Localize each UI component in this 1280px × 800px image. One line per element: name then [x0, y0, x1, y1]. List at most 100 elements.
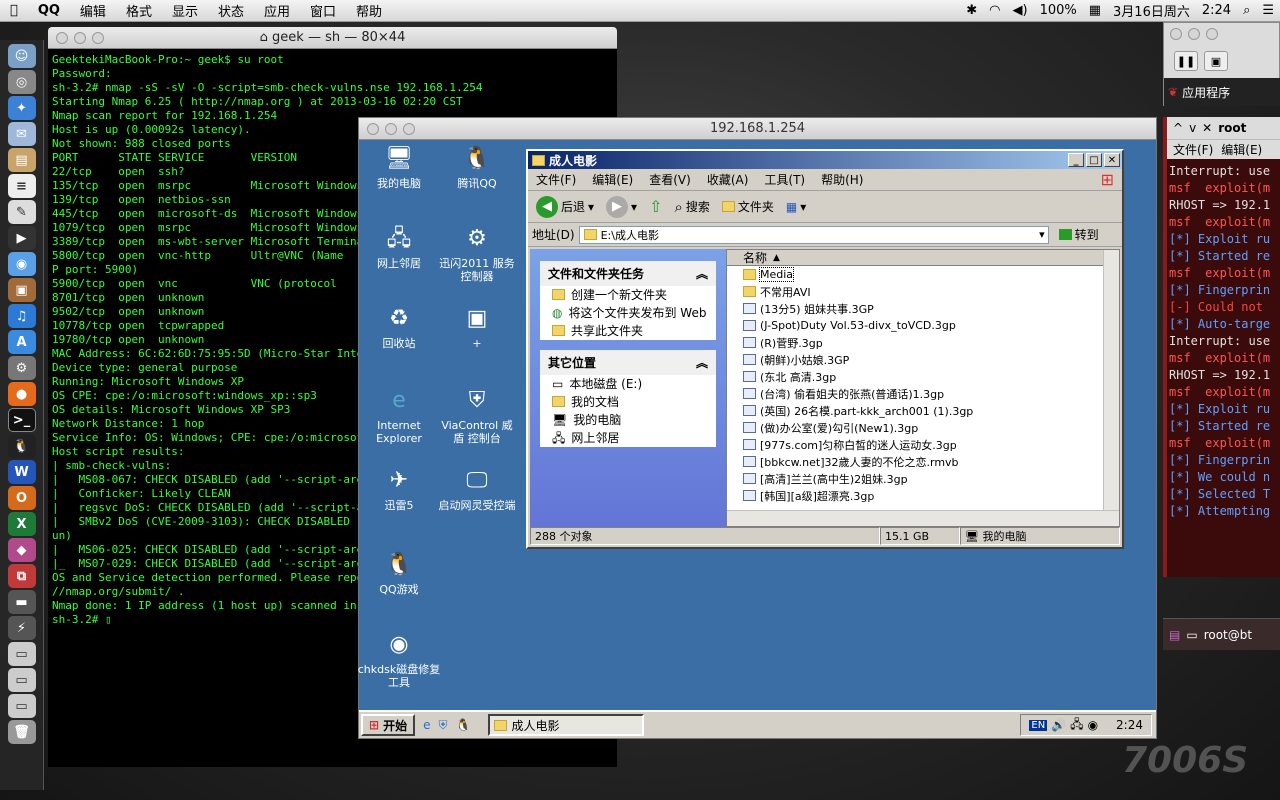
itunes-icon[interactable]: ♫ [7, 304, 36, 328]
spotlight-icon[interactable]: ⌕ [1237, 3, 1256, 18]
desktop-icon-netspirit[interactable]: 🖵 启动网灵受控端 [437, 464, 517, 512]
menubar-clock[interactable]: 2:24 [1196, 3, 1237, 18]
go-button[interactable]: 转到 [1053, 226, 1105, 243]
file-row[interactable]: [bbkcw.net]32歲人妻的不伦之恋.rmvb [727, 453, 1119, 470]
folders-button[interactable]: 文件夹 [718, 198, 778, 215]
collapse-icon[interactable]: ︽ [696, 265, 708, 282]
qq-icon[interactable]: 🐧 [7, 434, 36, 458]
taskbar-explorer-item[interactable]: 成人电影 [488, 714, 645, 736]
task-share-folder[interactable]: 共享此文件夹 [540, 322, 716, 340]
file-row[interactable]: (东北 高清.3gp [727, 368, 1119, 385]
volume-icon[interactable]: ◀) [1006, 3, 1033, 18]
other-places-header[interactable]: 其它位置 ︽ [540, 350, 716, 375]
flag-icon[interactable]: ▦ [1083, 3, 1107, 18]
horizontal-scrollbar[interactable] [727, 510, 1119, 526]
search-button[interactable]: ⌕ 搜索 [670, 198, 713, 216]
close-icon[interactable]: ✕ [1202, 121, 1212, 135]
maximize-button[interactable]: □ [1086, 153, 1102, 167]
file-row[interactable]: Media [727, 266, 1119, 283]
app-icon-1[interactable]: ◆ [7, 538, 36, 562]
place-my-documents[interactable]: 我的文档 [540, 393, 716, 411]
vertical-scrollbar[interactable] [1103, 250, 1119, 526]
menu-status[interactable]: 状态 [208, 1, 254, 20]
place-network[interactable]: 🖧 网上邻居 [540, 429, 716, 447]
close-button[interactable]: ✕ [1104, 153, 1120, 167]
desktop-icon-qq[interactable]: 🐧 腾讯QQ [437, 142, 517, 190]
menu-edit[interactable]: 编辑 [70, 1, 116, 20]
menu-view[interactable]: 查看(V) [641, 171, 699, 188]
bluetooth-icon[interactable]: ✱ [960, 3, 983, 18]
quicklaunch-qq-icon[interactable]: 🐧 [455, 718, 470, 732]
appstore-icon[interactable]: A [7, 330, 36, 354]
close-button[interactable] [367, 123, 379, 135]
document-icon-1[interactable]: ▭ [7, 642, 36, 666]
xp-clock[interactable]: 2:24 [1116, 718, 1143, 732]
finder-icon[interactable]: ☺ [7, 44, 36, 68]
menu-icon[interactable]: ▤ [1169, 628, 1180, 642]
volume-icon[interactable]: 🔊 [1051, 718, 1066, 732]
menu-edit[interactable]: 编辑(E) [584, 171, 641, 188]
column-header-name[interactable]: 名称 ▲ [727, 250, 1119, 266]
minimize-button[interactable] [1188, 28, 1200, 40]
zoom-button[interactable] [92, 32, 104, 44]
tray-app-icon[interactable]: ◉ [1088, 718, 1098, 732]
file-row[interactable]: 不常用AVI [727, 283, 1119, 300]
app-launcher-bar[interactable]: ❦ 应用程序 [1164, 78, 1280, 106]
quicklaunch-shield-icon[interactable]: ⛨ [438, 718, 447, 733]
quicklaunch-ie-icon[interactable]: e [423, 718, 430, 732]
app-menu-qq[interactable]: QQ [28, 3, 70, 18]
notes-icon[interactable]: ≡ [7, 174, 36, 198]
taskbar-terminal-item[interactable]: root@bt [1204, 628, 1252, 642]
file-row[interactable]: [977s.com]匀称白皙的迷人运动女.3gp [727, 436, 1119, 453]
excel-icon[interactable]: X [7, 512, 36, 536]
task-new-folder[interactable]: 创建一个新文件夹 [540, 286, 716, 304]
zoom-button[interactable] [1206, 28, 1218, 40]
address-dropdown-icon[interactable]: ▾ [1036, 228, 1048, 241]
file-tasks-header[interactable]: 文件和文件夹任务 ︽ [540, 261, 716, 286]
mail-icon[interactable]: ✉ [7, 122, 36, 146]
file-row[interactable]: (R)菅野.3gp [727, 334, 1119, 351]
start-button[interactable]: ⊞ 开始 [361, 714, 416, 736]
network-tray-icon[interactable]: 🖧 [1070, 715, 1083, 736]
file-row[interactable]: (J-Spot)Duty Vol.53-divx_toVCD.3gp [727, 317, 1119, 334]
contacts-icon[interactable]: ▤ [7, 148, 36, 172]
trash-icon[interactable]: 🗑 [7, 720, 36, 744]
address-input[interactable]: E:\成人电影 ▾ [578, 225, 1049, 244]
notification-icon[interactable]: ☰ [1256, 3, 1280, 18]
file-row[interactable]: (台湾) 偷看姐夫的张燕(普通话)1.3gp [727, 385, 1119, 402]
menu-apps[interactable]: 应用 [254, 1, 300, 20]
file-row[interactable]: [韩国][a级]超漂亮.3gp [727, 487, 1119, 504]
preferences-icon[interactable]: ⚙ [7, 356, 36, 380]
place-local-disk[interactable]: ▭ 本地磁盘 (E:) [540, 375, 716, 393]
file-row[interactable]: (朝鲜)小姑娘.3GP [727, 351, 1119, 368]
safari-icon[interactable]: ✦ [7, 96, 36, 120]
desktop-icon-xunshan[interactable]: ⚙ 迅闪2011 服务控制器 [437, 222, 517, 283]
desktop-icon-recycle-bin[interactable]: ♻ 回收站 [359, 302, 439, 350]
desktop-icon-chkdsk[interactable]: ◉ chkdsk磁盘修复工具 [355, 628, 443, 689]
menu-tools[interactable]: 工具(T) [756, 171, 813, 188]
window-icon[interactable]: ▣ [1204, 51, 1228, 71]
menu-help[interactable]: 帮助 [346, 1, 392, 20]
msf-output[interactable]: Interrupt: use msf exploit(m RHOST => 192.… [1167, 159, 1280, 524]
msf-tab[interactable]: root [1218, 121, 1246, 135]
word-icon[interactable]: W [7, 460, 36, 484]
up-folder-button[interactable]: ⇧ [645, 197, 666, 216]
document-icon-2[interactable]: ▭ [7, 668, 36, 692]
desktop-icon-my-computer[interactable]: 🖥 我的电脑 [359, 142, 439, 190]
up-icon[interactable]: ^ [1173, 121, 1183, 135]
file-row[interactable]: [高清]兰兰(高中生)2姐妹.3gp [727, 470, 1119, 487]
close-button[interactable] [1170, 28, 1182, 40]
terminal-titlebar[interactable]: ⌂ geek — sh — 80×44 [48, 27, 617, 49]
msf-menu-file[interactable]: 文件(F) [1173, 141, 1213, 158]
place-my-computer[interactable]: 🖥 我的电脑 [540, 411, 716, 429]
menu-favorites[interactable]: 收藏(A) [699, 171, 757, 188]
desktop-icon-plus[interactable]: ▣ + [437, 302, 517, 350]
file-row[interactable]: (做)办公室(爱)勾引(New1).3gp [727, 419, 1119, 436]
desktop-icon-ie[interactable]: e Internet Explorer [359, 384, 439, 445]
textedit-icon[interactable]: ✎ [7, 200, 36, 224]
minimize-button[interactable] [385, 123, 397, 135]
collapse-icon[interactable]: ︽ [696, 354, 708, 371]
vnc-titlebar[interactable]: 192.168.1.254 [359, 118, 1156, 140]
pause-icon[interactable]: ❚❚ [1174, 51, 1198, 71]
desktop-icon-network[interactable]: 🖧 网上邻居 [359, 222, 439, 270]
